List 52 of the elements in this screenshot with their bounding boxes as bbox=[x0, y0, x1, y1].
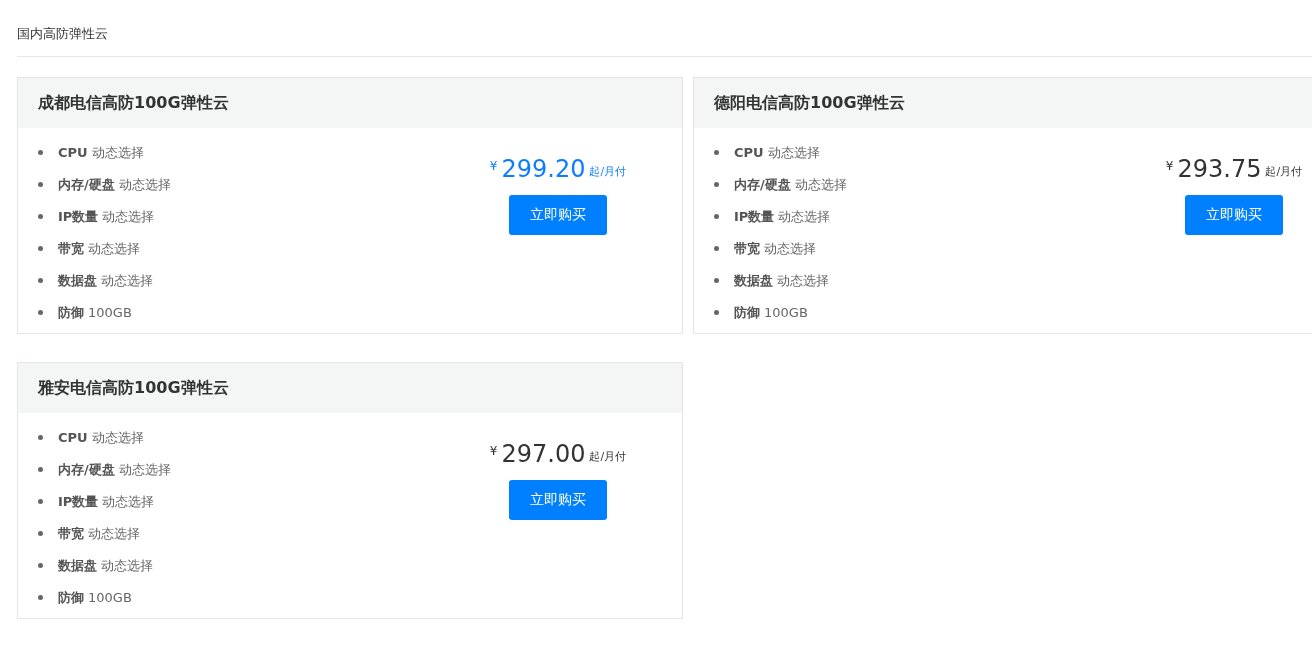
spec-text: 内存/硬盘 动态选择 bbox=[58, 460, 171, 479]
spec-text: 带宽 动态选择 bbox=[58, 239, 140, 258]
price-unit: 起/月付 bbox=[1265, 164, 1303, 180]
spec-text: CPU 动态选择 bbox=[58, 428, 144, 447]
currency-symbol: ¥ bbox=[489, 157, 498, 175]
bullet-icon bbox=[38, 467, 43, 472]
currency-symbol: ¥ bbox=[1165, 157, 1174, 175]
spec-text: CPU 动态选择 bbox=[734, 143, 820, 162]
bullet-icon bbox=[38, 246, 43, 251]
bullet-icon bbox=[714, 246, 719, 251]
spec-text: 数据盘 动态选择 bbox=[58, 271, 153, 290]
bullet-icon bbox=[38, 278, 43, 283]
spec-text: 数据盘 动态选择 bbox=[58, 556, 153, 575]
bullet-icon bbox=[38, 150, 43, 155]
bullet-icon bbox=[38, 435, 43, 440]
spec-text: 防御 100GB bbox=[58, 303, 132, 322]
spec-text: IP数量 动态选择 bbox=[58, 492, 155, 511]
price-unit: 起/月付 bbox=[589, 164, 627, 180]
bullet-icon bbox=[38, 310, 43, 315]
bullet-icon bbox=[714, 278, 719, 283]
price-unit: 起/月付 bbox=[589, 449, 627, 465]
bullet-icon bbox=[38, 182, 43, 187]
bullet-icon bbox=[38, 595, 43, 600]
currency-symbol: ¥ bbox=[489, 442, 498, 460]
spec-text: IP数量 动态选择 bbox=[734, 207, 831, 226]
bullet-icon bbox=[38, 499, 43, 504]
spec-text: 防御 100GB bbox=[58, 588, 132, 607]
spec-text: 内存/硬盘 动态选择 bbox=[58, 175, 171, 194]
product-title: 雅安电信高防100G弹性云 bbox=[18, 362, 682, 413]
bullet-icon bbox=[714, 150, 719, 155]
price: 297.00 bbox=[501, 441, 586, 466]
bullet-icon bbox=[38, 531, 43, 536]
product-title: 德阳电信高防100G弹性云 bbox=[694, 77, 1312, 128]
price: 299.20 bbox=[501, 156, 586, 181]
spec-text: 防御 100GB bbox=[734, 303, 808, 322]
spec-text: 内存/硬盘 动态选择 bbox=[734, 175, 847, 194]
buy-button[interactable]: 立即购买 bbox=[509, 194, 607, 235]
buy-button[interactable]: 立即购买 bbox=[1185, 194, 1283, 235]
price: 293.75 bbox=[1177, 156, 1262, 181]
product-title: 成都电信高防100G弹性云 bbox=[18, 77, 682, 128]
bullet-icon bbox=[714, 182, 719, 187]
bullet-icon bbox=[714, 310, 719, 315]
section-title: 国内高防弹性云 bbox=[17, 25, 109, 43]
spec-text: 带宽 动态选择 bbox=[58, 524, 140, 543]
spec-text: 带宽 动态选择 bbox=[734, 239, 816, 258]
buy-button[interactable]: 立即购买 bbox=[509, 479, 607, 520]
bullet-icon bbox=[38, 214, 43, 219]
bullet-icon bbox=[38, 563, 43, 568]
bullet-icon bbox=[714, 214, 719, 219]
spec-text: IP数量 动态选择 bbox=[58, 207, 155, 226]
spec-text: 数据盘 动态选择 bbox=[734, 271, 829, 290]
spec-text: CPU 动态选择 bbox=[58, 143, 144, 162]
